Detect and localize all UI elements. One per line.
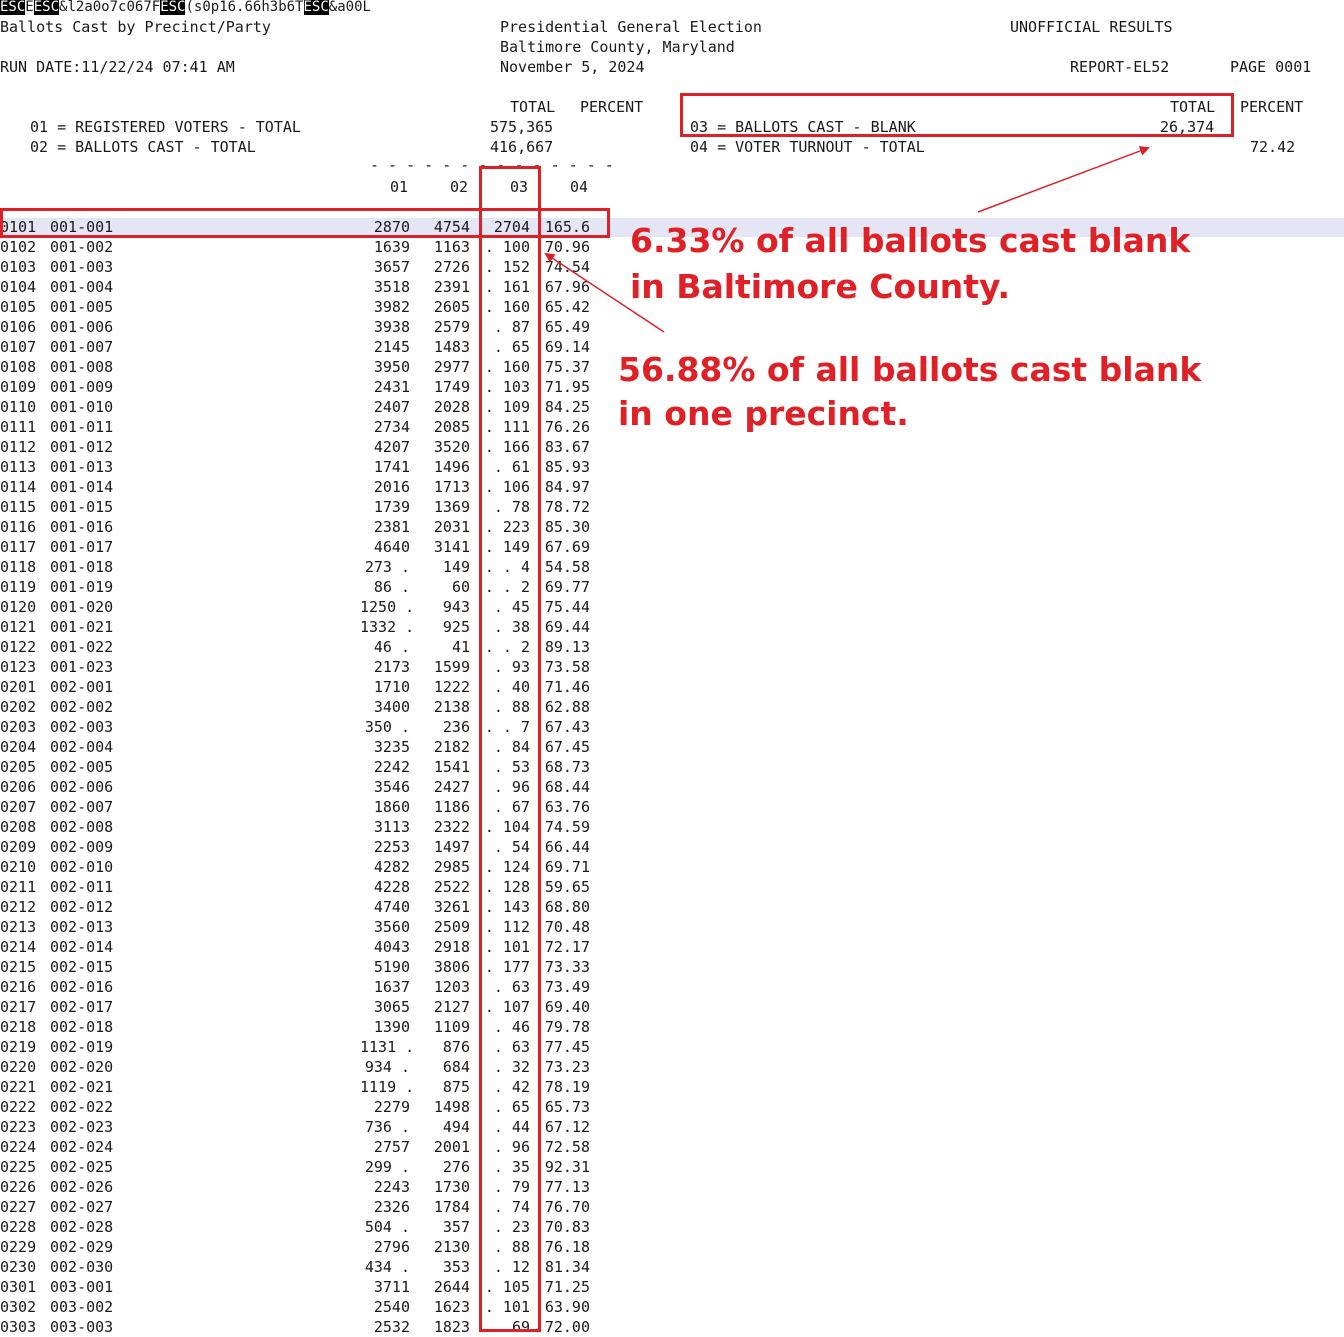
county-annotation-line1: 6.33% of all ballots cast blank <box>630 221 1191 260</box>
arrow-to-county-total <box>977 146 1150 213</box>
county-annotation-line2: in Baltimore County. <box>630 267 1010 306</box>
precinct-annotation-line1: 56.88% of all ballots cast blank <box>618 350 1202 389</box>
precinct-annotation-line2: in one precinct. <box>618 394 909 433</box>
annotation-arrows <box>544 146 1150 333</box>
